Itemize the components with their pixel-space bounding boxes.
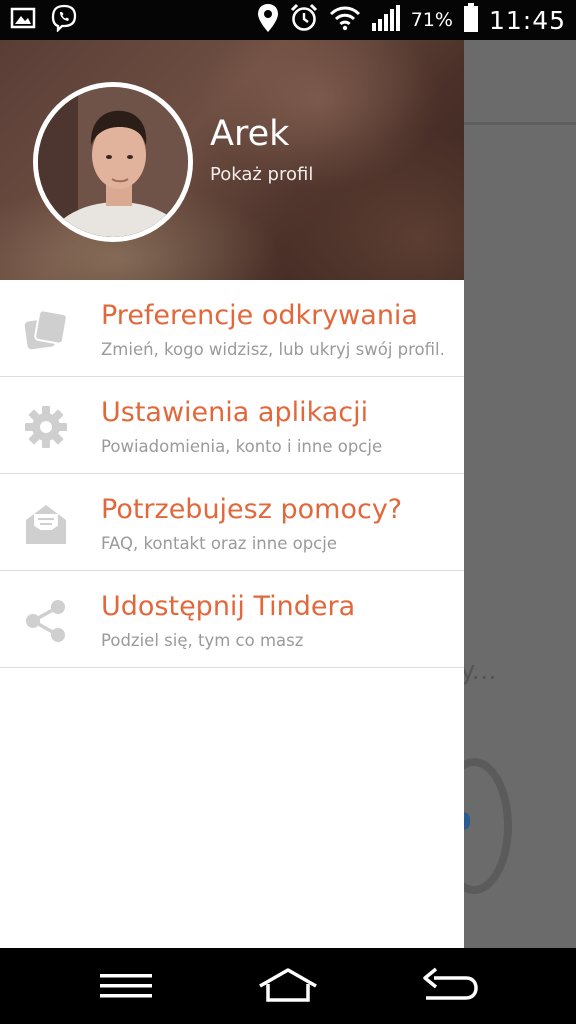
envelope-icon bbox=[24, 502, 68, 546]
alarm-icon bbox=[289, 3, 319, 37]
menu-item-title: Potrzebujesz pomocy? bbox=[101, 494, 403, 525]
viber-icon bbox=[50, 4, 78, 36]
clock: 11:45 bbox=[488, 5, 566, 35]
menu-item-share[interactable]: Udostępnij Tindera Podziel się, tym co m… bbox=[0, 571, 464, 668]
battery-percent: 71% bbox=[410, 9, 453, 31]
gallery-icon bbox=[10, 6, 36, 34]
menu-item-app-settings[interactable]: Ustawienia aplikacji Powiadomienia, kont… bbox=[0, 377, 464, 474]
signal-icon bbox=[371, 4, 401, 36]
menu-item-subtitle: Powiadomienia, konto i inne opcje bbox=[101, 437, 383, 456]
menu-item-title: Preferencje odkrywania bbox=[101, 300, 418, 331]
drawer-header[interactable]: Arek Pokaż profil bbox=[0, 40, 464, 280]
show-profile-link[interactable]: Pokaż profil bbox=[210, 164, 313, 185]
avatar[interactable] bbox=[33, 82, 193, 242]
drawer-menu: Preferencje odkrywania Zmień, kogo widzi… bbox=[0, 280, 464, 668]
menu-item-help[interactable]: Potrzebujesz pomocy? FAQ, kontakt oraz i… bbox=[0, 474, 464, 571]
home-icon[interactable] bbox=[256, 964, 320, 1008]
back-icon[interactable] bbox=[418, 964, 482, 1008]
menu-item-title: Ustawienia aplikacji bbox=[101, 397, 369, 428]
menu-item-title: Udostępnij Tindera bbox=[101, 591, 356, 622]
menu-item-subtitle: Podziel się, tym co masz bbox=[101, 631, 304, 650]
menu-item-discovery-preferences[interactable]: Preferencje odkrywania Zmień, kogo widzi… bbox=[0, 280, 464, 377]
menu-item-subtitle: Zmień, kogo widzisz, lub ukryj swój prof… bbox=[101, 340, 445, 359]
navigation-bar bbox=[0, 948, 576, 1024]
menu-icon[interactable] bbox=[94, 964, 158, 1008]
background-text: y... bbox=[460, 656, 497, 686]
menu-item-subtitle: FAQ, kontakt oraz inne opcje bbox=[101, 534, 337, 553]
location-icon bbox=[257, 3, 279, 37]
wifi-icon bbox=[329, 5, 361, 35]
battery-icon bbox=[463, 3, 479, 37]
background-divider bbox=[464, 122, 576, 125]
user-name: Arek bbox=[210, 114, 290, 154]
status-bar: 71% 11:45 bbox=[0, 0, 576, 40]
navigation-drawer: Arek Pokaż profil Preferencje odkrywania… bbox=[0, 40, 464, 948]
gear-icon bbox=[24, 405, 68, 449]
share-icon bbox=[24, 599, 68, 643]
cards-icon bbox=[24, 308, 68, 352]
